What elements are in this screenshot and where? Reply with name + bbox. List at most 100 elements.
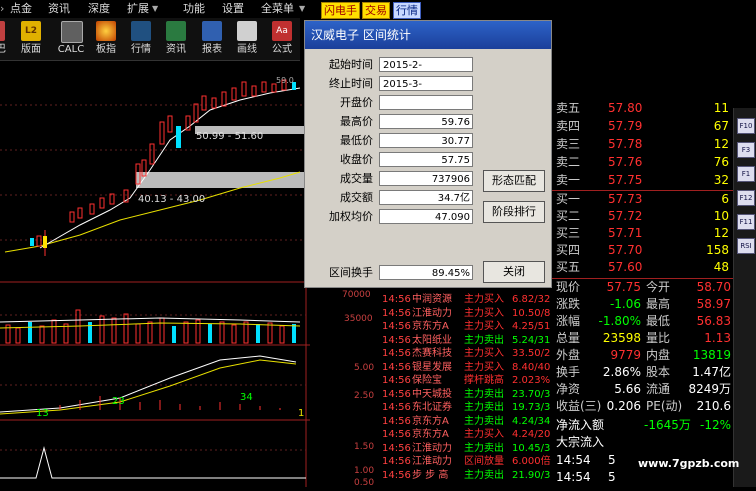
buy-price: 57.71 xyxy=(608,226,643,240)
menu-item-depth[interactable]: 深度 xyxy=(88,1,110,17)
orderbook-partial-row: 卖五 57.80 11 xyxy=(556,101,729,115)
sell-row[interactable]: 卖一 57.75 32 xyxy=(552,172,733,189)
trade-row[interactable]: 14:56 保险宝 撑杆跳高 2.023% xyxy=(382,375,558,387)
trade-row[interactable]: 14:56 中润资源 主力买入 6.82/32 xyxy=(382,294,558,306)
dialog-title[interactable]: 汉威电子 区间统计 xyxy=(305,21,551,49)
flash-trade-button[interactable]: 闪电手 xyxy=(321,2,360,19)
buy-row[interactable]: 买三 57.71 12 xyxy=(552,225,733,242)
start-time-field[interactable]: 2015-2- xyxy=(379,57,473,72)
trade-stock: 京东方A xyxy=(412,429,449,440)
trade-row[interactable]: 14:56 京东方A 主力买入 4.24/20 xyxy=(382,429,558,441)
toolbar-report[interactable]: 报表 xyxy=(195,18,229,60)
menu-item-dianjin[interactable]: 点金 xyxy=(10,1,32,17)
watermark: www.7gpzb.com xyxy=(638,457,740,470)
toolbar-partial-item[interactable]: 巴 xyxy=(0,18,12,60)
interval-stats-dialog: 汉威电子 区间统计 起始时间 2015-2- 终止时间 2015-3- 开盘价 … xyxy=(304,20,552,288)
trade-type: 主力卖出 xyxy=(464,415,504,427)
layout-icon xyxy=(0,21,5,41)
trade-stock: 江淮动力 xyxy=(412,307,452,319)
quote-label: 最低 xyxy=(646,314,671,328)
menu-item-news[interactable]: 资讯 xyxy=(48,1,70,17)
trade-row[interactable]: 14:56 江淮动力 主力买入 10.50/8 xyxy=(382,308,558,320)
side-icon[interactable]: F3 xyxy=(737,142,755,158)
tick-row: 14:54 5 xyxy=(556,470,616,484)
trade-value: 4.25/51 xyxy=(512,321,551,332)
menu-item-settings[interactable]: 设置 xyxy=(222,1,244,17)
trade-row[interactable]: 14:56 京东方A 主力卖出 4.24/34 xyxy=(382,416,558,428)
buy-price: 57.70 xyxy=(608,243,643,257)
sell-row[interactable]: 卖二 57.76 76 xyxy=(552,154,733,171)
buy-row[interactable]: 买二 57.72 10 xyxy=(552,208,733,225)
menu-item-extend[interactable]: 扩展 xyxy=(127,1,149,17)
trade-button[interactable]: 交易 xyxy=(362,2,390,19)
trade-value: 2.023% xyxy=(512,375,551,386)
sell-row[interactable]: 卖四 57.79 67 xyxy=(552,118,733,135)
high-price-field: 59.76 xyxy=(379,114,473,129)
weighted-avg-field: 47.090 xyxy=(379,209,473,224)
trade-row[interactable]: 14:56 太阳纸业 主力卖出 5.24/31 xyxy=(382,335,558,347)
toolbar-formula[interactable]: Aa 公式 xyxy=(265,18,299,60)
report-icon xyxy=(202,21,222,41)
trade-time: 14:56 xyxy=(382,402,411,413)
trade-stock: 江淮动力 xyxy=(412,442,452,454)
stage-rank-button[interactable]: 阶段排行 xyxy=(483,201,545,223)
quote-value: 2.86% xyxy=(602,365,641,379)
quote-button[interactable]: 行情 xyxy=(393,2,421,19)
quote-row: 收益(三) 0.206 PE(动) 210.6 xyxy=(552,398,733,415)
kline-chart[interactable]: 50.99 - 51.60 40.13 - 43.00 59.0 70000 3… xyxy=(0,60,374,488)
toolbar-quote[interactable]: 行情 xyxy=(124,18,158,60)
side-icon[interactable]: RSI xyxy=(737,238,755,254)
trade-row[interactable]: 14:56 中天城投 主力卖出 23.70/3 xyxy=(382,389,558,401)
quote-label: 现价 xyxy=(556,280,581,294)
trade-row[interactable]: 14:56 东北证券 主力卖出 19.73/3 xyxy=(382,402,558,414)
toolbar-draw[interactable]: 画线 xyxy=(230,18,264,60)
trade-value: 6.82/32 xyxy=(512,294,551,305)
menu-item-function[interactable]: 功能 xyxy=(183,1,205,17)
trade-row[interactable]: 14:56 江淮动力 区间放量 6.000倍 xyxy=(382,456,558,468)
toolbar-news[interactable]: 资讯 xyxy=(159,18,193,60)
side-icon[interactable]: F10 xyxy=(737,118,755,134)
toolbar-calc[interactable]: CALC xyxy=(54,18,88,60)
trade-type: 主力买入 xyxy=(464,348,504,359)
sell-label: 卖三 xyxy=(556,137,581,151)
trade-stock: 保险宝 xyxy=(412,375,442,386)
quote-value: 13819 xyxy=(692,348,731,362)
quote-value: -1.06 xyxy=(609,297,641,311)
trade-row[interactable]: 14:56 京东方A 主力买入 4.25/51 xyxy=(382,321,558,333)
end-time-field[interactable]: 2015-3- xyxy=(379,76,473,91)
buy-label: 买五 xyxy=(556,260,581,274)
side-icon[interactable]: F1 xyxy=(737,166,755,182)
sell-label: 卖一 xyxy=(556,173,581,187)
close-button[interactable]: 关闭 xyxy=(483,261,545,283)
menu-scroll-icon[interactable]: › xyxy=(0,1,4,17)
trade-row[interactable]: 14:56 杰赛科技 主力买入 33.50/2 xyxy=(382,348,558,360)
news-icon xyxy=(166,21,186,41)
buy-label: 买二 xyxy=(556,209,581,223)
trade-type: 主力卖出 xyxy=(464,388,504,400)
trade-row[interactable]: 14:56 银星发展 主力买入 8.40/40 xyxy=(382,362,558,374)
bottom-axis-label: 1.00 xyxy=(354,466,375,476)
quote-label: 净资 xyxy=(556,382,581,396)
quote-value: 56.83 xyxy=(696,314,731,328)
trade-row[interactable]: 14:56 步 步 高 主力卖出 21.90/3 xyxy=(382,470,558,482)
trade-type: 主力买入 xyxy=(464,294,504,305)
toolbar-index[interactable]: 板指 xyxy=(89,18,123,60)
quote-label: 总量 xyxy=(556,331,581,345)
trade-value: 5.24/31 xyxy=(512,334,551,346)
quote-row: 现价 57.75 今开 58.70 xyxy=(552,279,733,296)
toolbar-layout[interactable]: L2 版面 xyxy=(14,18,48,60)
pattern-match-button[interactable]: 形态匹配 xyxy=(483,170,545,192)
sell-label: 卖四 xyxy=(556,119,581,133)
trade-time: 14:56 xyxy=(382,429,411,440)
side-icon[interactable]: F11 xyxy=(737,214,755,230)
buy-row[interactable]: 买五 57.60 48 xyxy=(552,259,733,276)
trade-row[interactable]: 14:56 江淮动力 主力卖出 10.45/3 xyxy=(382,443,558,455)
buy-row[interactable]: 买一 57.73 6 xyxy=(552,191,733,208)
macd-count: 13 xyxy=(36,408,49,419)
volume-axis-label: 70000 xyxy=(342,290,371,300)
sell-row[interactable]: 卖三 57.78 12 xyxy=(552,136,733,153)
side-icon[interactable]: F12 xyxy=(737,190,755,206)
quote-label: 流通 xyxy=(646,382,671,396)
buy-row[interactable]: 买四 57.70 158 xyxy=(552,242,733,259)
menu-item-all[interactable]: 全菜单 xyxy=(261,1,294,17)
